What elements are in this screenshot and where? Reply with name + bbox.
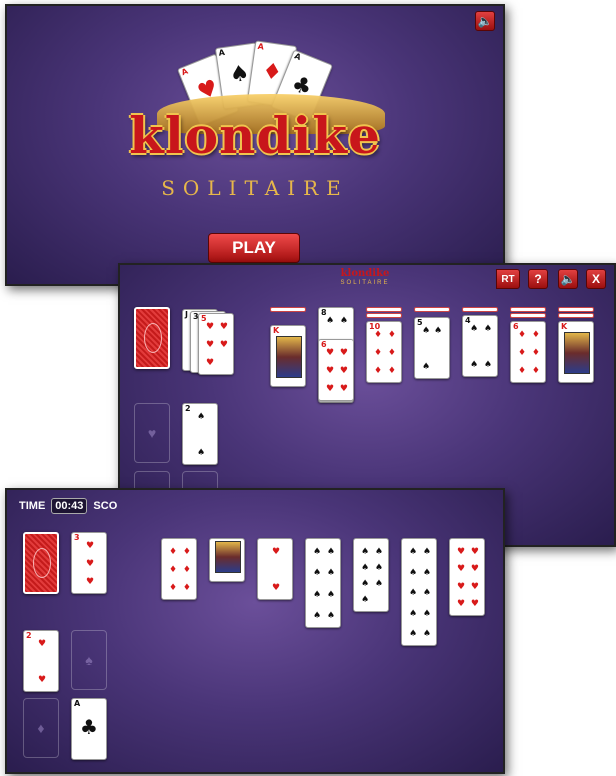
tableau-card[interactable]: 6 ♥ ♥ ♥ ♥ ♥ ♥	[318, 339, 354, 401]
help-label: ?	[534, 272, 542, 286]
waste-card-top[interactable]: 3 ♥ ♥ ♥	[71, 532, 107, 594]
restart-button[interactable]: RT	[496, 269, 520, 289]
tableau-edge	[510, 313, 546, 318]
tableau-card[interactable]: ♠ ♠ ♠ ♠ ♠ ♠ ♠ ♠	[305, 538, 341, 628]
tableau-edge	[366, 307, 402, 312]
timer-area: TIME 00:43 SCO	[19, 498, 117, 514]
logo-subtitle: SOLITAIRE	[161, 176, 349, 200]
tableau-edge	[462, 307, 498, 312]
help-button[interactable]: ?	[528, 269, 548, 289]
tableau-edge	[270, 307, 306, 312]
tableau-card[interactable]: K	[558, 321, 594, 383]
tableau-card[interactable]: ♠ ♠ ♠ ♠ ♠ ♠ ♠ ♠ ♠ ♠	[401, 538, 437, 646]
title-screen: 🔈 A ♥ A ♠ A ♦ A ♣ klondike SOLITAIRE PLAY	[5, 4, 505, 286]
tableau-card[interactable]: 5 ♠ ♠ ♠	[414, 317, 450, 379]
top-bar: klondike SOLITAIRE RT ? 🔈 X	[120, 265, 614, 295]
tableau-card[interactable]: ♦ ♦ ♦ ♦ ♦ ♦	[161, 538, 197, 600]
heart-icon: ♥	[147, 425, 157, 441]
time-label: TIME	[19, 500, 46, 512]
foundation-slot-spades[interactable]: ♠	[71, 630, 107, 690]
play-button[interactable]: PLAY	[208, 233, 300, 263]
tableau-edge	[414, 307, 450, 312]
tableau-card[interactable]	[209, 538, 245, 582]
stock-pile[interactable]	[23, 532, 59, 594]
tableau-edge	[558, 307, 594, 312]
tableau-edge	[558, 313, 594, 318]
waste-card-top[interactable]: 5 ♥ ♥ ♥ ♥ ♥	[198, 313, 234, 375]
score-label: SCO	[93, 500, 118, 512]
tableau-card[interactable]: 4 ♠ ♠ ♠ ♠	[462, 315, 498, 377]
tableau-card[interactable]: 6 ♦ ♦ ♦ ♦ ♦ ♦	[510, 321, 546, 383]
spade-icon: ♠	[85, 652, 93, 668]
tableau-edge	[366, 313, 402, 318]
tableau-card[interactable]: ♥ ♥	[257, 538, 293, 600]
tableau-card[interactable]: ♠ ♠ ♠ ♠ ♠ ♠ ♠	[353, 538, 389, 612]
foundation-card[interactable]: 2 ♥ ♥	[23, 630, 59, 692]
speaker-icon: 🔈	[477, 14, 493, 28]
close-button[interactable]: X	[586, 269, 606, 289]
game-screen-bottom: TIME 00:43 SCO 3 ♥ ♥ ♥ ♦ ♦ ♦ ♦ ♦ ♦ ♥ ♥ ♠ ♠ ♠ ♠ ♠ ♠ ♠ ♠ ♠…	[5, 488, 505, 774]
tableau-card[interactable]: ♥ ♥ ♥ ♥ ♥ ♥ ♥ ♥	[449, 538, 485, 616]
restart-label: RT	[501, 273, 515, 285]
tableau-edge	[510, 307, 546, 312]
diamond-icon: ♦	[37, 720, 45, 736]
tableau-card[interactable]: 10 ♦ ♦ ♦ ♦ ♦ ♦	[366, 321, 402, 383]
speaker-icon: 🔈	[560, 272, 576, 286]
foundation-card[interactable]: 2 ♠ ♠	[182, 403, 218, 465]
logo-title: klondike	[129, 106, 381, 165]
mini-logo-sub: SOLITAIRE	[340, 280, 390, 286]
foundation-card[interactable]: A ♣	[71, 698, 107, 760]
time-value: 00:43	[51, 498, 88, 514]
foundation-slot-hearts[interactable]: ♥	[134, 403, 170, 463]
foundation-slot-diamonds[interactable]: ♦	[23, 698, 59, 758]
stock-pile[interactable]	[134, 307, 170, 369]
tableau-card[interactable]: K	[270, 325, 306, 387]
sound-button[interactable]: 🔈	[558, 269, 578, 289]
close-label: X	[591, 272, 600, 286]
mini-logo: klondike SOLITAIRE	[335, 269, 395, 287]
mini-logo-word: klondike	[340, 268, 390, 279]
sound-button[interactable]: 🔈	[475, 11, 495, 31]
